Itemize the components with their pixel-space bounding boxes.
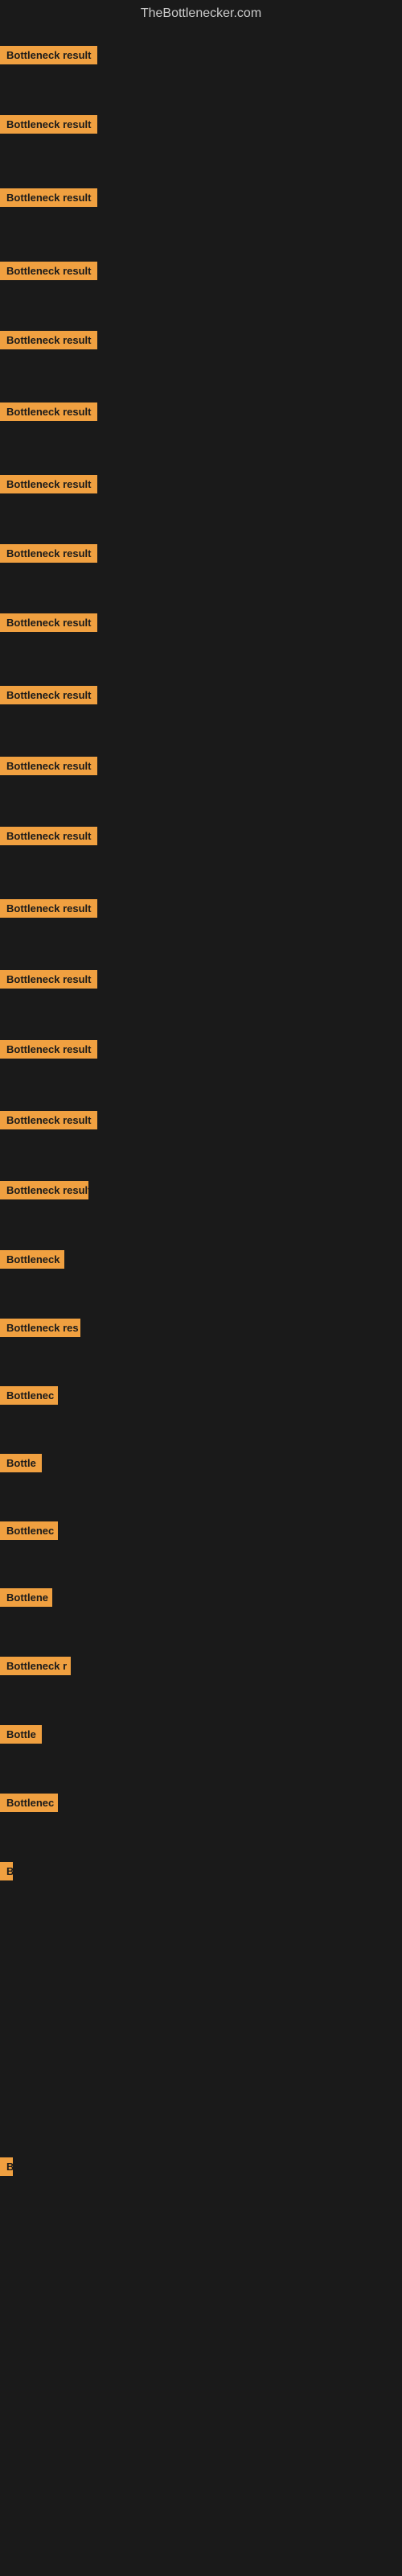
bottleneck-item[interactable]: Bottlenec: [0, 1386, 58, 1409]
bottleneck-badge: Bottleneck result: [0, 115, 97, 134]
bottleneck-badge: Bottleneck result: [0, 970, 97, 989]
bottleneck-badge: Bottleneck result: [0, 402, 97, 421]
bottleneck-item[interactable]: B: [0, 2157, 13, 2180]
bottleneck-item[interactable]: Bottleneck res: [0, 1319, 80, 1341]
bottleneck-badge: Bottleneck result: [0, 46, 97, 64]
bottleneck-badge: Bottle: [0, 1725, 42, 1744]
bottleneck-badge: Bottleneck result: [0, 757, 97, 775]
bottleneck-item[interactable]: Bottleneck result: [0, 757, 97, 779]
bottleneck-item[interactable]: B: [0, 1862, 13, 1885]
bottleneck-badge: Bottleneck result: [0, 827, 97, 845]
bottleneck-badge: Bottleneck result: [0, 1040, 97, 1059]
bottleneck-badge: Bottleneck result: [0, 613, 97, 632]
bottleneck-item[interactable]: Bottleneck result: [0, 970, 97, 993]
bottleneck-item[interactable]: Bottle: [0, 1725, 42, 1748]
bottleneck-badge: Bottlenec: [0, 1794, 58, 1812]
bottleneck-item[interactable]: Bottleneck result: [0, 402, 97, 425]
bottleneck-item[interactable]: Bottleneck result: [0, 46, 97, 68]
bottleneck-item[interactable]: Bottleneck result: [0, 686, 97, 708]
bottleneck-badge: Bottleneck result: [0, 331, 97, 349]
bottleneck-badge: Bottlene: [0, 1588, 52, 1607]
bottleneck-item[interactable]: Bottlenec: [0, 1794, 58, 1816]
bottleneck-item[interactable]: Bottleneck result: [0, 188, 97, 211]
bottleneck-item[interactable]: Bottleneck result: [0, 115, 97, 138]
site-title: TheBottlenecker.com: [0, 0, 402, 24]
bottleneck-badge: Bottleneck r: [0, 1657, 71, 1675]
bottleneck-badge: Bottlenec: [0, 1521, 58, 1540]
bottleneck-item[interactable]: Bottleneck result: [0, 331, 97, 353]
bottleneck-badge: Bottleneck result: [0, 475, 97, 493]
bottleneck-item[interactable]: Bottleneck result: [0, 1111, 97, 1133]
bottleneck-item[interactable]: Bottleneck: [0, 1250, 64, 1273]
bottleneck-badge: Bottleneck result: [0, 188, 97, 207]
bottleneck-item[interactable]: Bottleneck result: [0, 262, 97, 284]
bottleneck-badge: B: [0, 2157, 13, 2176]
bottleneck-item[interactable]: Bottleneck result: [0, 827, 97, 849]
bottleneck-badge: Bottleneck: [0, 1250, 64, 1269]
bottleneck-item[interactable]: Bottlene: [0, 1588, 52, 1611]
bottleneck-badge: Bottleneck result: [0, 686, 97, 704]
bottleneck-item[interactable]: Bottleneck result: [0, 544, 97, 567]
bottleneck-badge: Bottleneck result: [0, 1181, 88, 1199]
bottleneck-badge: Bottleneck res: [0, 1319, 80, 1337]
bottleneck-item[interactable]: Bottleneck result: [0, 613, 97, 636]
bottleneck-badge: Bottleneck result: [0, 1111, 97, 1129]
bottleneck-badge: B: [0, 1862, 13, 1880]
bottleneck-badge: Bottleneck result: [0, 262, 97, 280]
bottleneck-item[interactable]: Bottle: [0, 1454, 42, 1476]
bottleneck-item[interactable]: Bottleneck result: [0, 899, 97, 922]
bottleneck-badge: Bottleneck result: [0, 544, 97, 563]
bottleneck-item[interactable]: Bottleneck r: [0, 1657, 71, 1679]
bottleneck-item[interactable]: Bottleneck result: [0, 1181, 88, 1203]
bottleneck-item[interactable]: Bottleneck result: [0, 475, 97, 497]
bottleneck-item[interactable]: Bottlenec: [0, 1521, 58, 1544]
bottleneck-badge: Bottle: [0, 1454, 42, 1472]
bottleneck-item[interactable]: Bottleneck result: [0, 1040, 97, 1063]
bottleneck-badge: Bottleneck result: [0, 899, 97, 918]
bottleneck-badge: Bottlenec: [0, 1386, 58, 1405]
